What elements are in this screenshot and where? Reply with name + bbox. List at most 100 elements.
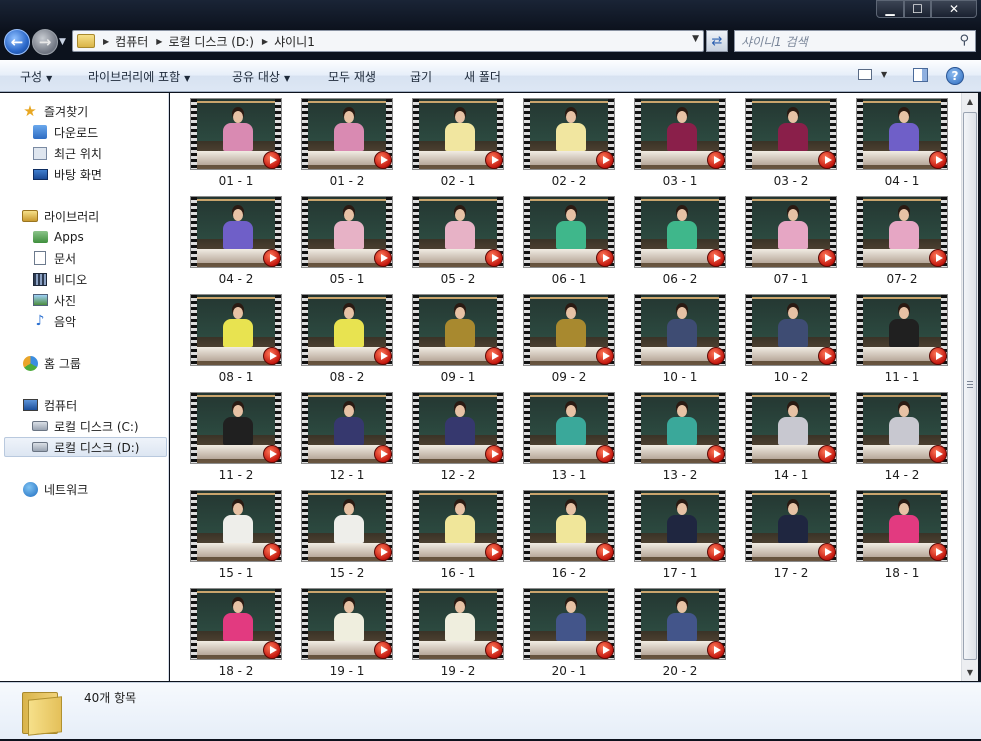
nav-item-videos[interactable]: 비디오 bbox=[32, 269, 87, 289]
breadcrumb-arrow-icon[interactable]: ▶ bbox=[262, 37, 268, 46]
new-folder-button[interactable]: 새 폴더 bbox=[464, 68, 501, 85]
video-file-item[interactable]: 09 - 1 bbox=[410, 293, 521, 391]
video-file-item[interactable]: 07 - 1 bbox=[743, 195, 854, 293]
change-view-icon[interactable] bbox=[858, 69, 872, 80]
nav-item-documents[interactable]: 문서 bbox=[32, 248, 76, 268]
video-file-item[interactable]: 15 - 1 bbox=[188, 489, 299, 587]
video-file-item[interactable]: 18 - 2 bbox=[188, 587, 299, 681]
nav-favorites[interactable]: ★ 즐겨찾기 bbox=[22, 101, 88, 121]
media-player-icon bbox=[929, 249, 947, 267]
nav-item-music[interactable]: ♪ 음악 bbox=[32, 311, 77, 331]
breadcrumb-drive-d[interactable]: 로컬 디스크 (D:) bbox=[168, 33, 253, 50]
video-file-item[interactable]: 08 - 2 bbox=[299, 293, 410, 391]
video-file-item[interactable]: 06 - 1 bbox=[521, 195, 632, 293]
scroll-down-icon[interactable]: ▼ bbox=[962, 664, 978, 681]
address-history-dropdown-icon[interactable]: ▼ bbox=[692, 34, 699, 44]
folder-icon bbox=[77, 34, 95, 48]
media-player-icon bbox=[374, 543, 392, 561]
file-name-label: 04 - 1 bbox=[884, 174, 920, 188]
video-file-item[interactable]: 10 - 2 bbox=[743, 293, 854, 391]
nav-homegroup[interactable]: 홈 그룹 bbox=[22, 353, 81, 373]
play-all-button[interactable]: 모두 재생 bbox=[328, 68, 376, 85]
breadcrumb-computer[interactable]: 컴퓨터 bbox=[115, 33, 148, 50]
video-file-item[interactable]: 15 - 2 bbox=[299, 489, 410, 587]
video-file-item[interactable]: 04 - 2 bbox=[188, 195, 299, 293]
video-file-item[interactable]: 18 - 1 bbox=[854, 489, 961, 587]
video-file-item[interactable]: 11 - 2 bbox=[188, 391, 299, 489]
breadcrumb-arrow-icon[interactable]: ▶ bbox=[103, 37, 109, 46]
video-file-item[interactable]: 02 - 1 bbox=[410, 97, 521, 195]
search-input[interactable]: 샤이니1 검색 ⚲ bbox=[734, 30, 976, 52]
breadcrumb-current-folder[interactable]: 샤이니1 bbox=[274, 33, 315, 50]
video-file-item[interactable]: 05 - 2 bbox=[410, 195, 521, 293]
apps-library-icon bbox=[32, 229, 48, 245]
video-thumbnail bbox=[523, 196, 615, 268]
video-file-item[interactable]: 06 - 2 bbox=[632, 195, 743, 293]
nav-libraries[interactable]: 라이브러리 bbox=[22, 206, 99, 226]
video-thumbnail bbox=[523, 294, 615, 366]
video-file-item[interactable]: 11 - 1 bbox=[854, 293, 961, 391]
video-file-item[interactable]: 13 - 1 bbox=[521, 391, 632, 489]
maximize-button[interactable]: ☐ bbox=[904, 0, 931, 18]
nav-item-drive-c[interactable]: 로컬 디스크 (C:) bbox=[32, 416, 139, 436]
nav-item-desktop[interactable]: 바탕 화면 bbox=[32, 164, 102, 184]
video-file-item[interactable]: 01 - 2 bbox=[299, 97, 410, 195]
vertical-scrollbar[interactable]: ▲ ▼ bbox=[961, 93, 978, 681]
minimize-button[interactable]: ▁ bbox=[876, 0, 904, 18]
video-file-item[interactable]: 17 - 2 bbox=[743, 489, 854, 587]
media-player-icon bbox=[929, 151, 947, 169]
nav-item-apps[interactable]: Apps bbox=[32, 227, 84, 247]
video-file-item[interactable]: 12 - 2 bbox=[410, 391, 521, 489]
video-file-item[interactable]: 09 - 2 bbox=[521, 293, 632, 391]
video-file-item[interactable]: 20 - 1 bbox=[521, 587, 632, 681]
video-file-item[interactable]: 07- 2 bbox=[854, 195, 961, 293]
nav-item-pictures[interactable]: 사진 bbox=[32, 290, 76, 310]
help-icon[interactable]: ? bbox=[946, 67, 964, 85]
preview-pane-icon[interactable] bbox=[913, 68, 928, 82]
video-file-item[interactable]: 14 - 1 bbox=[743, 391, 854, 489]
video-file-item[interactable]: 04 - 1 bbox=[854, 97, 961, 195]
burn-button[interactable]: 굽기 bbox=[410, 68, 432, 85]
scroll-up-icon[interactable]: ▲ bbox=[962, 93, 978, 110]
recent-pages-dropdown-icon[interactable]: ▼ bbox=[59, 37, 69, 47]
video-thumbnail bbox=[190, 294, 282, 366]
file-name-label: 17 - 2 bbox=[773, 566, 809, 580]
video-file-item[interactable]: 12 - 1 bbox=[299, 391, 410, 489]
search-icon[interactable]: ⚲ bbox=[959, 33, 969, 48]
back-button[interactable]: ← bbox=[4, 29, 30, 55]
video-file-item[interactable]: 01 - 1 bbox=[188, 97, 299, 195]
media-player-icon bbox=[485, 641, 503, 659]
breadcrumb-arrow-icon[interactable]: ▶ bbox=[156, 37, 162, 46]
video-file-item[interactable]: 03 - 2 bbox=[743, 97, 854, 195]
video-file-item[interactable]: 14 - 2 bbox=[854, 391, 961, 489]
close-button[interactable]: ✕ bbox=[931, 0, 977, 18]
share-with-menu[interactable]: 공유 대상 ▼ bbox=[232, 68, 290, 85]
video-thumbnail bbox=[745, 196, 837, 268]
address-bar[interactable]: ▶ 컴퓨터 ▶ 로컬 디스크 (D:) ▶ 샤이니1 ▼ bbox=[72, 30, 704, 52]
video-file-item[interactable]: 20 - 2 bbox=[632, 587, 743, 681]
video-file-item[interactable]: 05 - 1 bbox=[299, 195, 410, 293]
media-player-icon bbox=[929, 445, 947, 463]
include-in-library-menu[interactable]: 라이브러리에 포함 ▼ bbox=[88, 68, 190, 85]
file-name-label: 16 - 2 bbox=[551, 566, 587, 580]
video-file-item[interactable]: 08 - 1 bbox=[188, 293, 299, 391]
video-file-item[interactable]: 19 - 2 bbox=[410, 587, 521, 681]
video-file-item[interactable]: 16 - 2 bbox=[521, 489, 632, 587]
video-file-item[interactable]: 17 - 1 bbox=[632, 489, 743, 587]
video-file-item[interactable]: 19 - 1 bbox=[299, 587, 410, 681]
nav-item-downloads[interactable]: 다운로드 bbox=[32, 122, 98, 142]
nav-item-recent-places[interactable]: 최근 위치 bbox=[32, 143, 102, 163]
nav-item-drive-d[interactable]: 로컬 디스크 (D:) bbox=[4, 437, 167, 457]
video-file-item[interactable]: 13 - 2 bbox=[632, 391, 743, 489]
refresh-button[interactable]: ⇄ bbox=[706, 30, 728, 52]
nav-network[interactable]: 네트워크 bbox=[22, 479, 88, 499]
organize-menu[interactable]: 구성 ▼ bbox=[20, 68, 52, 85]
forward-button[interactable]: → bbox=[32, 29, 58, 55]
video-file-item[interactable]: 02 - 2 bbox=[521, 97, 632, 195]
nav-computer[interactable]: 컴퓨터 bbox=[22, 395, 77, 415]
view-options-dropdown-icon[interactable]: ▼ bbox=[881, 70, 887, 79]
video-file-item[interactable]: 03 - 1 bbox=[632, 97, 743, 195]
scrollbar-thumb[interactable] bbox=[963, 112, 977, 660]
video-file-item[interactable]: 16 - 1 bbox=[410, 489, 521, 587]
video-file-item[interactable]: 10 - 1 bbox=[632, 293, 743, 391]
